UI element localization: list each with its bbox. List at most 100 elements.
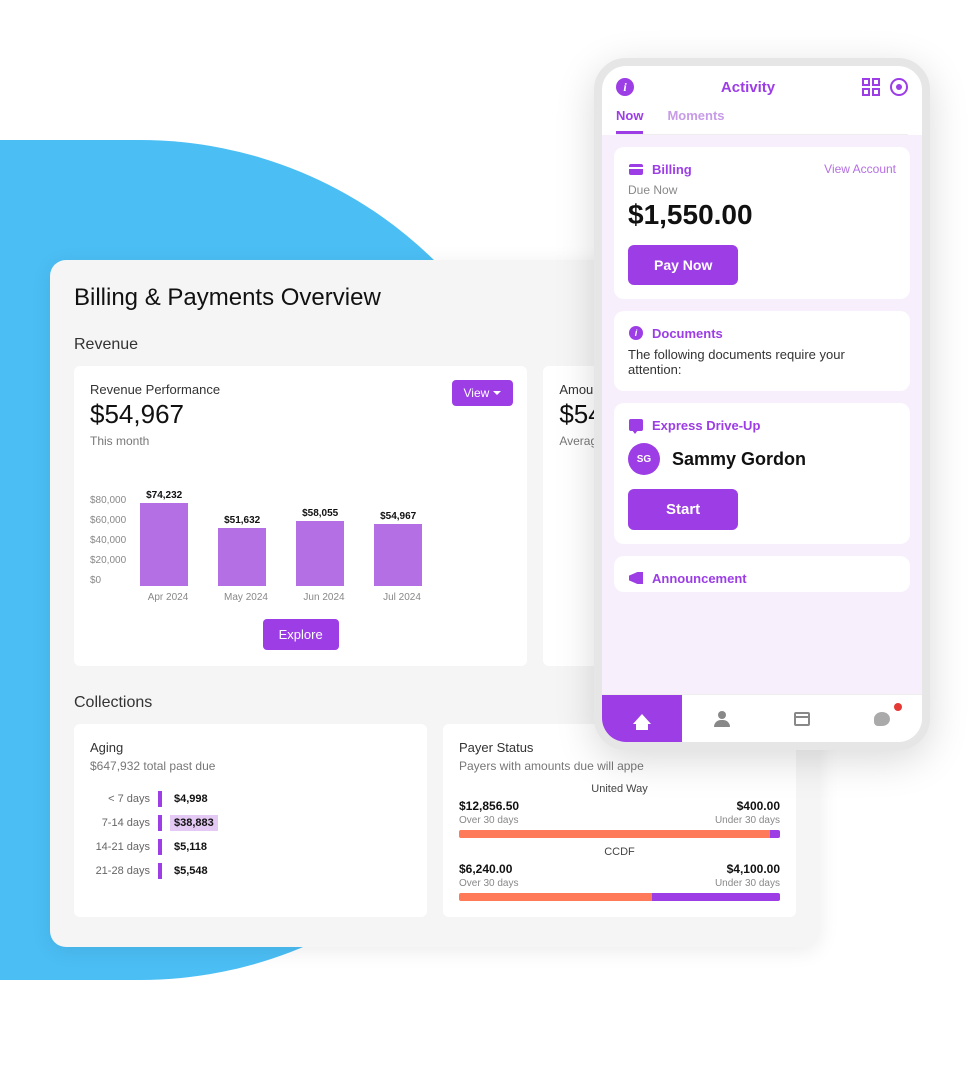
payer-under-label: Under 30 days [715, 878, 780, 889]
aging-row: 14-21 days $5,118 [90, 839, 411, 855]
payer-under-label: Under 30 days [715, 815, 780, 826]
explore-button[interactable]: Explore [263, 619, 339, 650]
x-axis-label: Apr 2024 [138, 592, 198, 603]
aging-range-label: 14-21 days [90, 841, 150, 853]
bar-rect [296, 521, 344, 586]
aging-range-label: 21-28 days [90, 865, 150, 877]
aging-bar-stub [158, 791, 162, 807]
express-driveup-card: Express Drive-Up SG Sammy Gordon Start [614, 403, 910, 544]
payer-status-card: Payer Status Payers with amounts due wil… [443, 724, 796, 917]
chevron-down-icon [493, 391, 501, 395]
revenue-perf-sub: This month [90, 434, 511, 448]
calendar-icon [794, 712, 810, 726]
nav-calendar[interactable] [762, 695, 842, 742]
aging-label: Aging [90, 740, 411, 755]
aging-bar-stub [158, 815, 162, 831]
billing-card: Billing View Account Due Now $1,550.00 P… [614, 147, 910, 299]
nav-people[interactable] [682, 695, 762, 742]
tab-moments[interactable]: Moments [667, 108, 724, 134]
phone-header: i Activity Now Moments [602, 66, 922, 135]
billing-card-title: Billing [652, 162, 692, 177]
nav-chat[interactable] [842, 695, 922, 742]
megaphone-icon [629, 572, 643, 584]
nav-home[interactable] [602, 695, 682, 742]
notification-dot [894, 703, 902, 711]
view-button[interactable]: View [452, 380, 514, 406]
payer-over-amount: $12,856.50 [459, 799, 519, 813]
payer-progress-bar [459, 893, 780, 901]
payer-progress-bar [459, 830, 780, 838]
due-amount: $1,550.00 [628, 199, 896, 231]
chat-icon [874, 712, 890, 726]
documents-text: The following documents require your att… [628, 347, 896, 377]
aging-range-label: < 7 days [90, 793, 150, 805]
revenue-bar-chart: $80,000 $60,000 $40,000 $20,000 $0 $74,2… [90, 476, 511, 603]
billing-icon [629, 164, 643, 175]
chart-bar: $51,632 [212, 515, 272, 586]
child-name: Sammy Gordon [672, 449, 806, 470]
x-axis-label: May 2024 [216, 592, 276, 603]
mobile-device-frame: i Activity Now Moments Billing View Acco… [594, 58, 930, 750]
start-button[interactable]: Start [628, 489, 738, 530]
chart-bar: $58,055 [290, 508, 350, 586]
driveup-card-title: Express Drive-Up [652, 418, 760, 433]
aging-row: 7-14 days $38,883 [90, 815, 411, 831]
chart-bar: $54,967 [368, 511, 428, 586]
pay-now-button[interactable]: Pay Now [628, 245, 738, 285]
revenue-perf-value: $54,967 [90, 399, 511, 430]
phone-tabs: Now Moments [616, 108, 908, 135]
child-avatar: SG [628, 443, 660, 475]
home-icon [633, 714, 651, 724]
x-axis-label: Jun 2024 [294, 592, 354, 603]
bar-rect [218, 528, 266, 586]
view-button-label: View [464, 386, 490, 400]
person-icon [714, 711, 730, 727]
x-axis-label: Jul 2024 [372, 592, 432, 603]
bar-value-label: $51,632 [224, 515, 260, 526]
bar-value-label: $58,055 [302, 508, 338, 519]
info-icon[interactable]: i [616, 78, 634, 96]
aging-amount: $5,548 [170, 863, 212, 879]
aging-card: Aging $647,932 total past due < 7 days $4… [74, 724, 427, 917]
phone-bottom-nav [602, 694, 922, 742]
aging-amount: $5,118 [170, 839, 211, 855]
chart-bar: $74,232 [134, 490, 194, 587]
profile-icon[interactable] [890, 78, 908, 96]
payer-over-label: Over 30 days [459, 878, 518, 889]
revenue-performance-card: View Revenue Performance $54,967 This mo… [74, 366, 527, 666]
documents-card: i Documents The following documents requ… [614, 311, 910, 391]
aging-row: 21-28 days $5,548 [90, 863, 411, 879]
bar-rect [374, 524, 422, 586]
aging-range-label: 7-14 days [90, 817, 150, 829]
phone-body[interactable]: Billing View Account Due Now $1,550.00 P… [602, 135, 922, 694]
payer-under-amount: $400.00 [737, 799, 780, 813]
bar-value-label: $54,967 [380, 511, 416, 522]
bar-rect [140, 503, 188, 587]
payer-sub: Payers with amounts due will appe [459, 759, 780, 773]
aging-bar-stub [158, 863, 162, 879]
qr-icon[interactable] [862, 78, 880, 96]
chart-y-axis: $80,000 $60,000 $40,000 $20,000 $0 [90, 496, 126, 586]
bar-value-label: $74,232 [146, 490, 182, 501]
phone-screen-title: Activity [721, 79, 775, 96]
documents-card-title: Documents [652, 326, 723, 341]
announcement-card-title: Announcement [652, 571, 747, 586]
aging-row: < 7 days $4,998 [90, 791, 411, 807]
payer-under-amount: $4,100.00 [727, 862, 780, 876]
payer-item: United Way$12,856.50$400.00Over 30 daysU… [459, 783, 780, 838]
aging-amount: $38,883 [170, 815, 218, 831]
payer-over-label: Over 30 days [459, 815, 518, 826]
documents-icon: i [629, 326, 643, 340]
aging-sub: $647,932 total past due [90, 759, 411, 773]
due-now-label: Due Now [628, 183, 896, 197]
view-account-link[interactable]: View Account [824, 162, 896, 176]
aging-amount: $4,998 [170, 791, 212, 807]
announcement-card: Announcement [614, 556, 910, 592]
aging-bar-stub [158, 839, 162, 855]
payer-name: CCDF [459, 846, 780, 858]
payer-over-amount: $6,240.00 [459, 862, 512, 876]
message-icon [629, 419, 643, 431]
payer-item: CCDF $6,240.00 $4,100.00 Over 30 days Under … [459, 846, 780, 901]
revenue-perf-label: Revenue Performance [90, 382, 511, 397]
tab-now[interactable]: Now [616, 108, 643, 134]
